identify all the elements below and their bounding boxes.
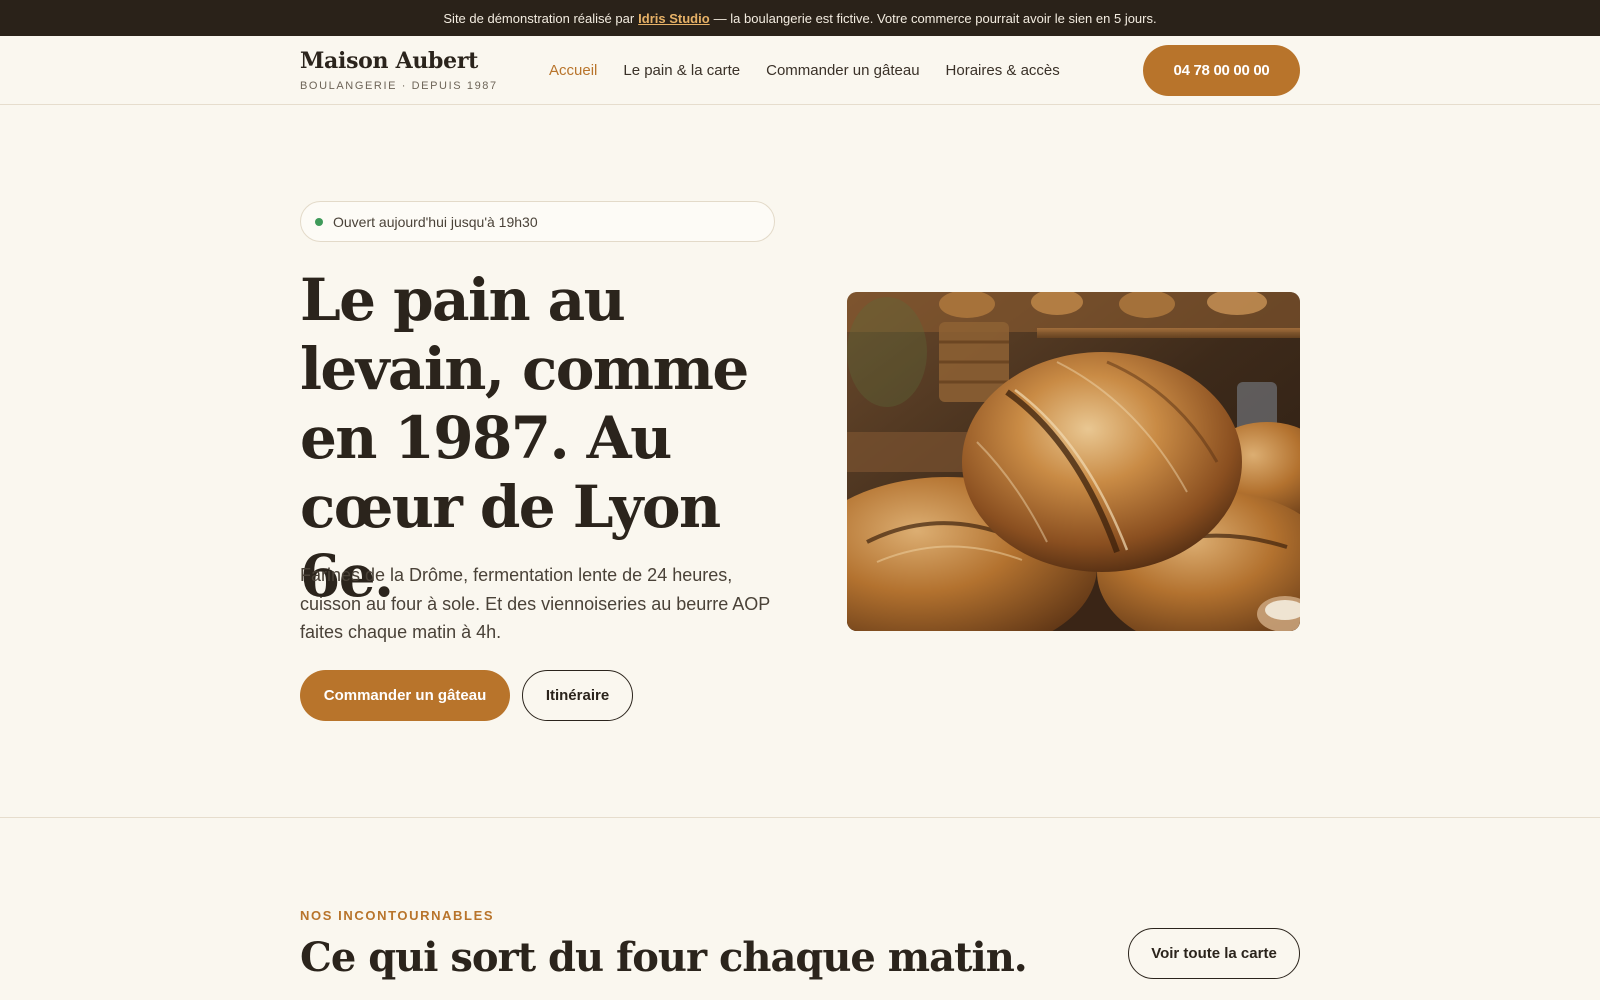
nav-item-accueil[interactable]: Accueil xyxy=(549,62,597,79)
hero-title-line: en 1987. Au xyxy=(300,404,672,472)
idris-studio-link[interactable]: Idris Studio xyxy=(638,11,710,26)
nav-item-horaires-acces[interactable]: Horaires & accès xyxy=(946,62,1060,79)
brand-tagline: BOULANGERIE · DEPUIS 1987 xyxy=(300,80,498,92)
demo-banner: Site de démonstration réalisé par Idris … xyxy=(0,0,1600,36)
opening-status-text: Ouvert aujourd'hui jusqu'à 19h30 xyxy=(333,213,538,230)
bread-loaves-photo xyxy=(847,292,1300,631)
section-title: Ce qui sort du four chaque matin. xyxy=(300,934,1028,981)
nav-item-commander-gateau[interactable]: Commander un gâteau xyxy=(766,62,919,79)
view-full-menu-button[interactable]: Voir toute la carte xyxy=(1128,928,1300,979)
hero-description: Farines de la Drôme, fermentation lente … xyxy=(300,565,770,642)
hero-title-line: levain, comme xyxy=(300,335,749,403)
phone-button[interactable]: 04 78 00 00 00 xyxy=(1143,45,1300,96)
opening-status-badge: Ouvert aujourd'hui jusqu'à 19h30 xyxy=(300,201,775,242)
main-nav: Accueil Le pain & la carte Commander un … xyxy=(549,36,1060,105)
hero-title-line: Le pain au xyxy=(300,266,626,334)
status-dot-icon xyxy=(315,217,323,226)
demo-banner-text-before: Site de démonstration réalisé par xyxy=(443,10,635,26)
nav-item-pain-carte[interactable]: Le pain & la carte xyxy=(623,62,740,79)
demo-banner-text-after: — la boulangerie est fictive. Votre comm… xyxy=(713,10,1157,26)
site-header: Maison Aubert BOULANGERIE · DEPUIS 1987 … xyxy=(0,36,1600,105)
section-eyebrow: NOS INCONTOURNABLES xyxy=(300,908,495,923)
order-cake-button[interactable]: Commander un gâteau xyxy=(300,670,510,721)
itinerary-button[interactable]: Itinéraire xyxy=(522,670,633,721)
section-divider xyxy=(0,817,1600,818)
brand-name: Maison Aubert xyxy=(300,48,478,74)
hero-title: Le pain au levain, comme en 1987. Au cœu… xyxy=(300,266,800,611)
brand-logo[interactable]: Maison Aubert BOULANGERIE · DEPUIS 1987 xyxy=(300,48,498,92)
